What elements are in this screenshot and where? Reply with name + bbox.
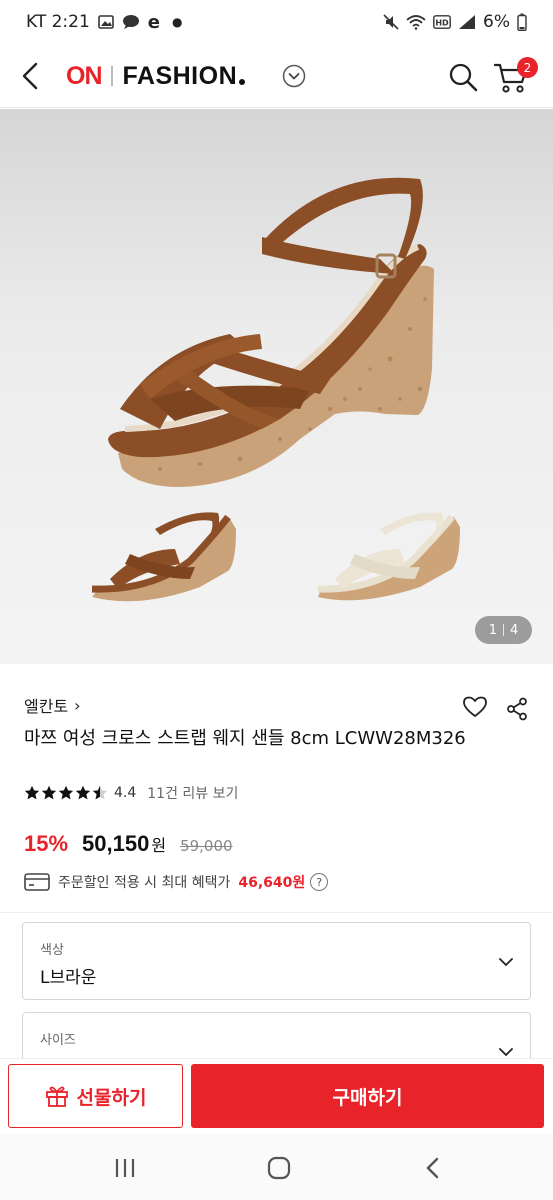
cart-count-badge: 2: [517, 57, 538, 78]
brand-link[interactable]: 엘칸토 ›: [24, 693, 81, 717]
pager-total: 4: [510, 622, 519, 638]
dot-icon: ●: [172, 15, 183, 29]
image-icon: [97, 15, 114, 29]
star-icon: [41, 785, 57, 800]
pager-divider: [503, 624, 504, 636]
status-bar: KT 2:21 e ● HD 6%: [0, 0, 553, 44]
color-select[interactable]: 색상 L브라운: [22, 922, 531, 1000]
review-link[interactable]: 11건 리뷰 보기: [147, 783, 238, 803]
chevron-down-icon: [499, 958, 513, 966]
logo-dot: [239, 79, 246, 85]
chat-icon: [122, 15, 139, 29]
brand-arrow: ›: [74, 695, 81, 715]
purchase-action-bar: 선물하기 구매하기: [0, 1058, 553, 1134]
buy-label: 구매하기: [332, 1086, 403, 1109]
price-row: 15% 50,150 원 59,000: [24, 831, 233, 857]
battery-icon: [517, 13, 527, 31]
mute-icon: [383, 14, 399, 30]
product-photo: [91, 177, 460, 602]
carrier-time: KT 2:21: [26, 12, 90, 32]
back-nav-icon[interactable]: [418, 1156, 448, 1180]
gift-icon: [45, 1086, 68, 1107]
logo-divider: [110, 66, 113, 86]
share-icon[interactable]: [506, 697, 528, 721]
star-icon: [58, 785, 74, 800]
help-icon[interactable]: ?: [310, 873, 329, 891]
size-label: 사이즈: [40, 1033, 76, 1048]
system-nav-bar: [0, 1134, 553, 1200]
gift-button[interactable]: 선물하기: [8, 1064, 183, 1128]
pager-current: 1: [488, 622, 497, 638]
benefit-text: 주문할인 적용 시 최대 혜택가: [58, 875, 231, 891]
star-icon: [75, 785, 91, 800]
back-arrow-icon[interactable]: [18, 60, 44, 92]
signal-icon: [459, 15, 476, 29]
brand-name: 엘칸토: [24, 697, 69, 716]
rating-row[interactable]: 4.4 11건 리뷰 보기: [24, 783, 238, 803]
logo-on-text: ON: [66, 61, 102, 90]
app-header: ON FASHION: [0, 44, 553, 108]
home-icon[interactable]: [264, 1156, 294, 1180]
original-price: 59,000: [180, 837, 233, 855]
logo-fashion-text: FASHION: [122, 61, 238, 90]
wifi-icon: [406, 15, 426, 30]
star-icon: [24, 785, 40, 800]
benefit-row[interactable]: 주문할인 적용 시 최대 혜택가 46,640원 ?: [24, 872, 329, 892]
recent-apps-icon[interactable]: [110, 1156, 140, 1180]
gift-label: 선물하기: [76, 1086, 147, 1109]
chevron-down-icon[interactable]: [282, 64, 306, 88]
hd-icon: HD: [433, 15, 451, 29]
battery-percent: 6%: [483, 12, 510, 32]
price-unit: 원: [151, 836, 167, 855]
color-label: 색상: [40, 943, 64, 958]
credit-card-icon: [24, 873, 50, 891]
search-icon[interactable]: [448, 62, 478, 92]
section-divider: [0, 912, 553, 913]
sale-price: 50,150: [82, 831, 150, 856]
product-title: 마쯔 여성 크로스 스트랩 웨지 샌들 8cm LCWW28M326: [24, 728, 466, 749]
product-image-gallery[interactable]: 1 4: [0, 109, 553, 664]
color-value: L브라운: [40, 968, 97, 988]
half-star-icon: [92, 785, 108, 800]
svg-text:HD: HD: [435, 19, 449, 28]
chevron-down-icon: [499, 1048, 513, 1056]
e-icon: e: [147, 11, 161, 33]
discount-rate: 15%: [24, 831, 69, 856]
image-pager-indicator: 1 4: [475, 616, 532, 644]
benefit-amount: 46,640원: [238, 875, 306, 891]
rating-value: 4.4: [114, 785, 137, 801]
heart-icon[interactable]: [462, 695, 488, 719]
on-fashion-logo[interactable]: ON FASHION: [66, 61, 246, 90]
buy-button[interactable]: 구매하기: [191, 1064, 544, 1128]
